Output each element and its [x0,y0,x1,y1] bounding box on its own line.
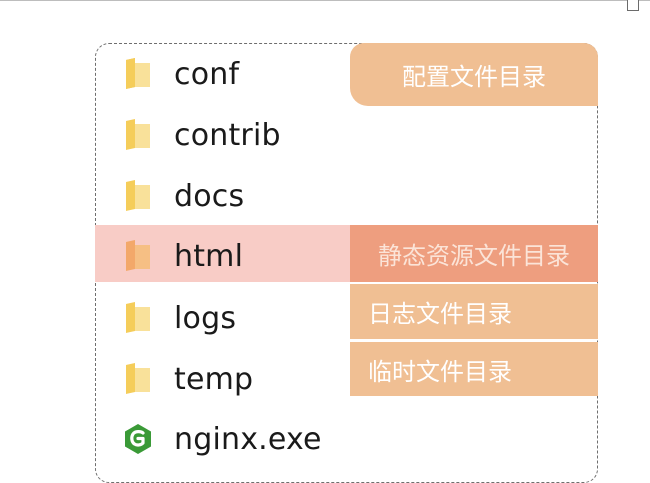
file-item-nginx-exe[interactable]: nginx.exe [120,409,350,469]
folder-icon [126,240,150,271]
folder-icon [126,363,150,394]
folder-icon [126,180,150,211]
folder-icon [126,58,150,89]
file-item-temp[interactable]: temp [120,349,350,409]
annotation-conf: 配置文件目录 [350,43,598,106]
file-item-logs[interactable]: logs [120,288,350,348]
nginx-logo-icon [125,424,151,454]
folder-icon [126,119,150,150]
file-name: temp [174,361,254,397]
file-item-conf[interactable]: conf [120,44,350,104]
file-name: html [174,238,244,274]
annotation-html: 静态资源文件目录 [350,225,598,282]
file-name: conf [174,56,240,92]
file-name: contrib [174,117,281,153]
folder-icon [126,302,150,333]
file-name: logs [174,300,237,336]
file-item-html[interactable]: html [120,226,350,286]
file-name: nginx.exe [174,421,322,457]
annotation-logs: 日志文件目录 [350,284,598,339]
file-item-contrib[interactable]: contrib [120,105,350,165]
file-name: docs [174,178,245,214]
annotation-temp: 临时文件目录 [350,342,598,396]
file-item-docs[interactable]: docs [120,166,350,226]
window-top-border [0,0,650,1]
window-corner-control[interactable] [627,0,639,11]
